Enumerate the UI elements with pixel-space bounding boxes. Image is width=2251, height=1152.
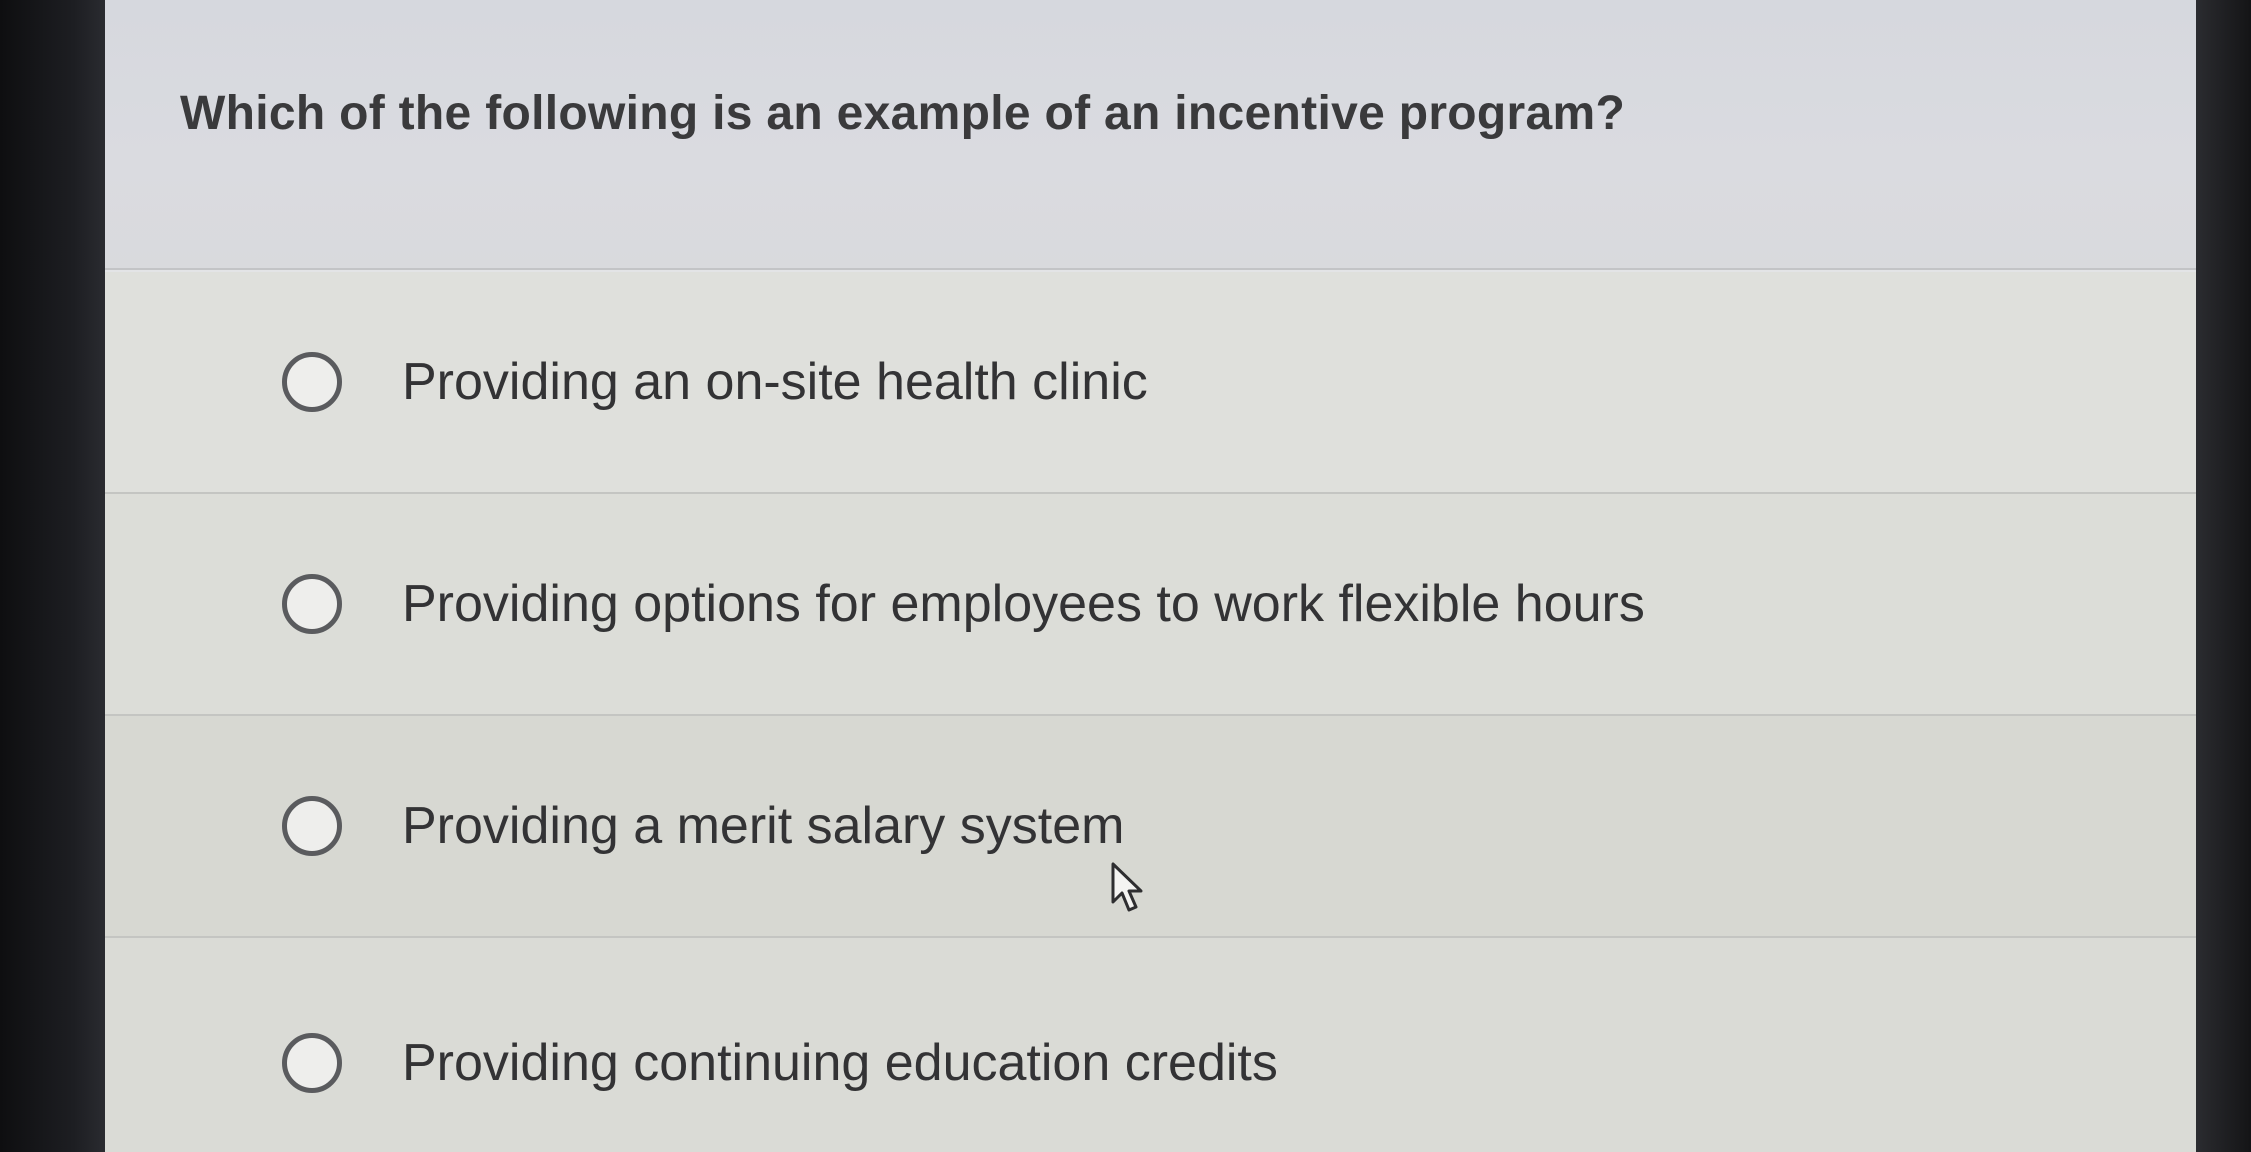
question-text: Which of the following is an example of …: [180, 87, 1626, 140]
radio-unchecked-icon[interactable]: [282, 574, 342, 634]
radio-unchecked-icon[interactable]: [282, 1033, 342, 1093]
question-panel: Which of the following is an example of …: [105, 0, 2196, 270]
answer-option[interactable]: Providing options for employees to work …: [105, 494, 2196, 716]
answer-option[interactable]: Providing a merit salary system: [105, 716, 2196, 938]
answer-option-label: Providing options for employees to work …: [402, 575, 1645, 633]
monitor-bezel-left: [0, 0, 105, 1152]
mouse-pointer-icon: [1111, 862, 1143, 912]
answer-option-label: Providing continuing education credits: [402, 1034, 1278, 1092]
answer-options: Providing an on-site health clinic Provi…: [105, 272, 2196, 1152]
answer-option[interactable]: Providing continuing education credits: [105, 938, 2196, 1152]
radio-unchecked-icon[interactable]: [282, 796, 342, 856]
radio-unchecked-icon[interactable]: [282, 352, 342, 412]
answer-option[interactable]: Providing an on-site health clinic: [105, 272, 2196, 494]
monitor-bezel-right: [2196, 0, 2251, 1152]
answer-option-label: Providing a merit salary system: [402, 797, 1125, 855]
quiz-screen: Which of the following is an example of …: [105, 0, 2196, 1152]
answer-option-label: Providing an on-site health clinic: [402, 353, 1148, 411]
